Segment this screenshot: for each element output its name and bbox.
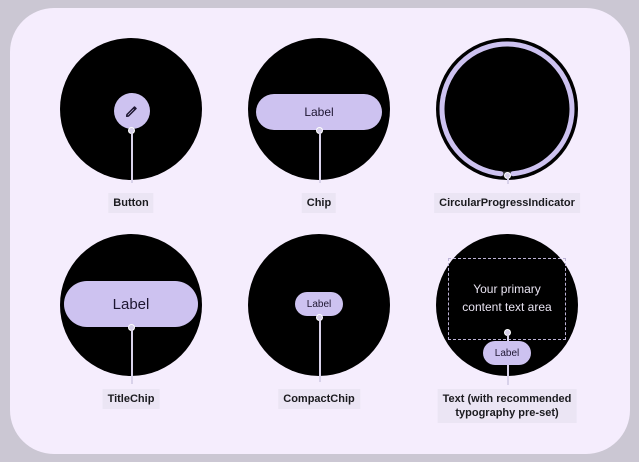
edit-icon <box>125 106 137 118</box>
chip[interactable]: Label <box>256 94 382 130</box>
text-caption-line-1: Text (with recommended <box>442 393 572 405</box>
components-diagram: Button Label Chip CircularProgressIndica… <box>10 8 630 454</box>
progress-example: CircularProgressIndicator <box>432 38 582 228</box>
callout-line <box>131 133 133 183</box>
content-text-line-1: Your primary <box>473 282 541 296</box>
chip-label: Label <box>304 105 334 119</box>
progress-arc <box>439 41 575 177</box>
text-example: Your primary content text area Label Tex… <box>432 234 582 434</box>
circular-progress-indicator <box>439 41 575 177</box>
callout-line <box>507 178 509 184</box>
text-chip[interactable]: Label <box>483 341 531 365</box>
text-caption: Text (with recommended typography pre-se… <box>437 389 577 423</box>
text-caption-line-2: typography pre-set) <box>455 407 559 419</box>
title-chip-label: Label <box>112 295 150 313</box>
content-text-area: Your primary content text area <box>448 258 566 340</box>
title-chip-caption: TitleChip <box>102 389 160 409</box>
callout-line <box>131 330 133 384</box>
button-example: Button <box>56 38 206 228</box>
title-chip-example: Label TitleChip <box>56 234 206 424</box>
title-chip[interactable]: Label <box>64 281 198 327</box>
edit-button[interactable] <box>114 93 150 129</box>
content-text-line-2: content text area <box>462 300 552 314</box>
chip-caption: Chip <box>301 193 337 213</box>
callout-line <box>507 365 509 385</box>
compact-chip[interactable]: Label <box>295 292 343 316</box>
compact-chip-label: Label <box>306 298 332 310</box>
button-caption: Button <box>108 193 154 213</box>
progress-caption: CircularProgressIndicator <box>434 193 580 213</box>
chip-example: Label Chip <box>244 38 394 228</box>
callout-line <box>319 320 321 382</box>
compact-chip-caption: CompactChip <box>278 389 360 409</box>
compact-chip-example: Label CompactChip <box>244 234 394 424</box>
text-chip-label: Label <box>494 347 520 359</box>
callout-line <box>319 133 321 183</box>
